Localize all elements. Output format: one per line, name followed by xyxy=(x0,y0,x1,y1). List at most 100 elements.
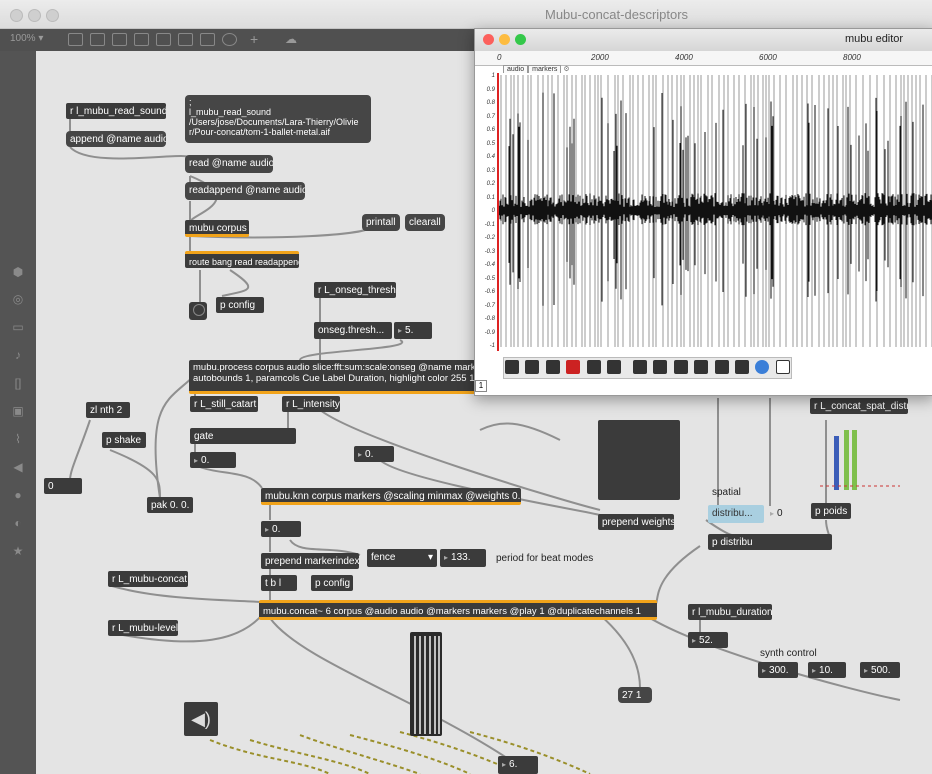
synth-number-box-2[interactable]: 10. xyxy=(808,662,846,678)
tab-markers[interactable]: markers xyxy=(528,65,562,73)
meter-bars xyxy=(414,636,440,734)
fence-menu[interactable]: fence ▾ xyxy=(367,549,437,567)
onseg-number-box[interactable]: 5. xyxy=(394,322,432,339)
distribu-number[interactable]: 0 xyxy=(766,505,784,523)
amplitude-tick-label: 1 xyxy=(491,73,495,79)
waveform-plot[interactable] xyxy=(497,73,932,351)
read-sound-line: ; xyxy=(189,97,192,107)
synth-number-box-3[interactable]: 500. xyxy=(860,662,900,678)
r-mubu-level-object[interactable]: r L_mubu-level xyxy=(108,620,178,636)
period-number-box[interactable]: 133. xyxy=(440,549,486,567)
r-onseg-thresh-object[interactable]: r L_onseg_thresh xyxy=(314,282,396,298)
read-sound-line: r/Pour-concat/tom-1-ballet-metal.aif xyxy=(189,127,331,137)
marker-tool-icon[interactable] xyxy=(566,360,581,374)
editor-minimize-button[interactable] xyxy=(499,34,510,45)
printall-message[interactable]: printall xyxy=(362,214,400,231)
intensity-number-box[interactable]: 0. xyxy=(354,446,394,462)
read-sound-line: /Users/jose/Documents/Lara-Thierry/Olivi… xyxy=(189,117,359,127)
grid-tool-icon[interactable] xyxy=(673,360,688,374)
period-label: period for beat modes xyxy=(496,553,594,564)
prepend-weights-object[interactable]: prepend weights xyxy=(598,514,674,530)
bang-button[interactable] xyxy=(189,302,207,320)
amplitude-tick-label: -0.3 xyxy=(484,248,495,255)
select-tool-icon[interactable] xyxy=(505,360,519,374)
append-message[interactable]: append @name audio xyxy=(66,131,166,147)
r-read-sound-object[interactable]: r l_mubu_read_sound xyxy=(66,103,166,119)
amplitude-tick-label: 0.8 xyxy=(486,100,495,106)
synth-number-box-1[interactable]: 300. xyxy=(758,662,798,678)
lock-tool-icon[interactable] xyxy=(607,360,622,374)
amplitude-tick-label: -1 xyxy=(489,343,495,349)
amplitude-tick-label: -0.7 xyxy=(484,302,495,309)
readappend-message[interactable]: readappend @name audio xyxy=(185,182,305,200)
info-icon[interactable] xyxy=(755,360,770,374)
zl-nth-object[interactable]: zl nth 2 xyxy=(86,402,130,418)
mubu-corpus-object[interactable]: mubu corpus xyxy=(185,220,249,237)
scale-tool-icon[interactable] xyxy=(734,360,749,374)
mubu-concat-object[interactable]: mubu.concat~ 6 corpus @audio audio @mark… xyxy=(259,600,657,620)
gate-object[interactable]: gate xyxy=(190,428,296,444)
ruler-label: 8000 xyxy=(843,53,861,62)
bottom-number-box[interactable]: 6. xyxy=(498,756,538,774)
p-config-object-2[interactable]: p config xyxy=(311,575,353,591)
page-badge: 1 xyxy=(475,380,487,392)
tbl-object[interactable]: t b l xyxy=(261,575,297,591)
prepend-markerindex-object[interactable]: prepend markerindex xyxy=(261,553,359,569)
ruler-label: 4000 xyxy=(675,53,693,62)
wave-tool-icon[interactable] xyxy=(632,360,647,374)
mubu-knn-object[interactable]: mubu.knn corpus markers @scaling minmax … xyxy=(261,488,521,505)
r-mubu-concat-object[interactable]: r L_mubu-concat xyxy=(108,571,188,587)
amplitude-tick-label: -0.9 xyxy=(484,329,495,336)
amplitude-tick-label: 0 xyxy=(491,208,495,214)
amplitude-tick-label: -0.2 xyxy=(484,235,495,241)
gate-number-box[interactable]: 0. xyxy=(190,452,236,468)
knn-number-box[interactable]: 0. xyxy=(261,521,301,537)
pencil-tool-icon[interactable] xyxy=(525,360,540,374)
read-message[interactable]: read @name audio xyxy=(185,155,273,173)
amplitude-tick-label: 0.7 xyxy=(486,113,495,120)
zero-number-box[interactable]: 0 xyxy=(44,478,82,494)
message-27-1[interactable]: 27 1 xyxy=(618,687,652,703)
weights-multislider[interactable] xyxy=(598,420,680,500)
p-shake-object[interactable]: p shake xyxy=(102,432,146,448)
mubu-process-object[interactable]: mubu.process corpus audio slice:fft:sum:… xyxy=(189,360,481,394)
square-tool-icon[interactable] xyxy=(586,360,601,374)
waveform xyxy=(497,92,932,306)
tab-audio[interactable]: audio xyxy=(503,65,529,73)
r-intensity-object[interactable]: r L_intensity xyxy=(282,396,340,412)
synth-control-label: synth control xyxy=(760,648,817,659)
speaker-icon: ◀) xyxy=(191,709,211,729)
clearall-message[interactable]: clearall xyxy=(405,214,445,231)
chevron-down-icon: ▾ xyxy=(427,552,433,563)
route-object[interactable]: route bang read readappend xyxy=(185,251,299,268)
speaker-toggle[interactable]: ◀) xyxy=(184,702,218,736)
amplitude-tick-label: 0.4 xyxy=(486,154,495,160)
matrix-tool-icon[interactable] xyxy=(694,360,709,374)
p-poids-object[interactable]: p poids xyxy=(811,503,851,519)
editor-toolbar xyxy=(503,357,792,379)
distribu-object[interactable]: distribu... xyxy=(708,505,764,523)
duration-number-box[interactable]: 52. xyxy=(688,632,728,648)
time-ruler[interactable]: 0 2000 4000 6000 8000 xyxy=(475,51,932,66)
amplitude-tick-label: 0.5 xyxy=(486,140,495,147)
list-tool-icon[interactable] xyxy=(775,360,790,374)
pak-object[interactable]: pak 0. 0. xyxy=(147,497,193,513)
onseg-thresh-object[interactable]: onseg.thresh... xyxy=(314,322,392,339)
amplitude-tick-label: 0.1 xyxy=(486,194,495,201)
ruler-label: 2000 xyxy=(591,53,609,62)
move-tool-icon[interactable] xyxy=(545,360,560,374)
editor-close-button[interactable] xyxy=(483,34,494,45)
editor-zoom-button[interactable] xyxy=(515,34,526,45)
r-concat-spat-distr-object[interactable]: r L_concat_spat_distr xyxy=(810,398,908,414)
ruler-label: 0 xyxy=(497,53,502,62)
p-config-object[interactable]: p config xyxy=(216,297,264,313)
curve-tool-icon[interactable] xyxy=(714,360,729,374)
p-distribu-object[interactable]: p distribu xyxy=(708,534,832,550)
mubu-process-line: autobounds 1, paramcols Cue Label Durati… xyxy=(193,373,475,384)
r-still-catart-object[interactable]: r L_still_catart xyxy=(190,396,258,412)
settings-icon[interactable]: ⚙ xyxy=(563,66,569,73)
bars-tool-icon[interactable] xyxy=(653,360,668,374)
spat-multislider[interactable] xyxy=(820,424,900,490)
r-mubu-duration-object[interactable]: r l_mubu_duration xyxy=(688,604,772,620)
read-sound-message[interactable]: ; l_mubu_read_sound /Users/jose/Document… xyxy=(185,95,371,143)
